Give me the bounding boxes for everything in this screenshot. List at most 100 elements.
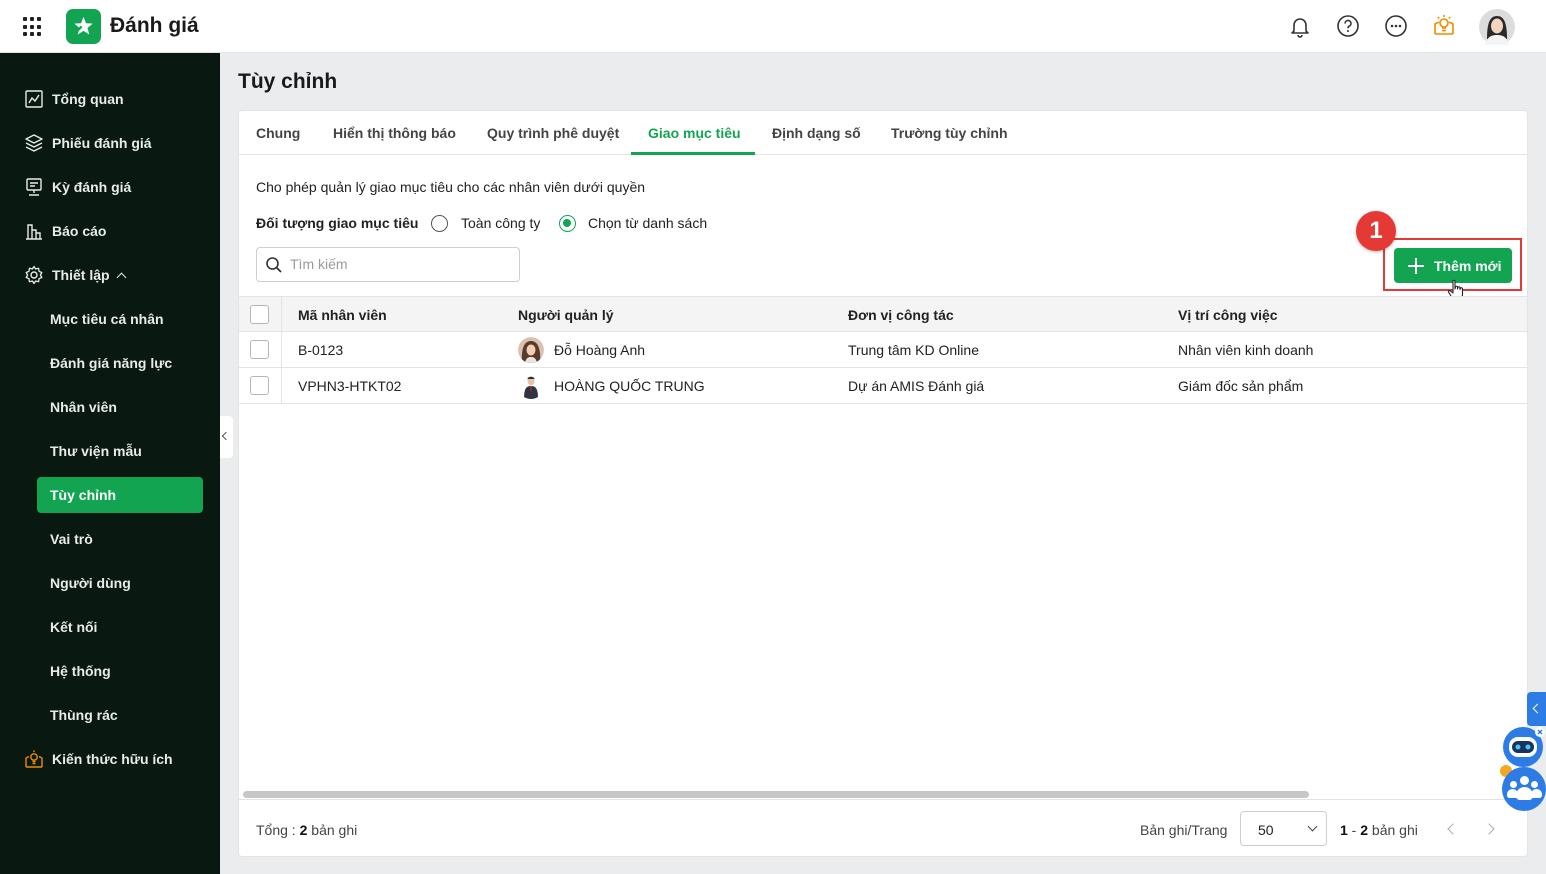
tab-notifications[interactable]: Hiển thị thông báo xyxy=(333,125,456,141)
sidebar-item-reports[interactable]: Báo cáo xyxy=(0,209,220,253)
floating-panel-toggle[interactable] xyxy=(1527,692,1546,726)
sidebar-item-competency[interactable]: Đánh giá năng lực xyxy=(0,341,220,385)
chart-line-icon xyxy=(25,90,43,108)
sidebar-item-label: Vai trò xyxy=(50,531,93,547)
bell-icon[interactable] xyxy=(1286,12,1314,40)
app-name: Đánh giá xyxy=(110,14,199,37)
sidebar-item-label: Phiếu đánh giá xyxy=(52,135,152,151)
cell-department: Dự án AMIS Đánh giá xyxy=(848,378,985,394)
sidebar-item-knowledge[interactable]: Kiến thức hữu ích xyxy=(0,737,220,781)
plus-icon xyxy=(1408,258,1424,274)
knowledge-icon[interactable] xyxy=(1430,12,1458,40)
row-checkbox[interactable] xyxy=(250,340,269,359)
page-title: Tùy chỉnh xyxy=(238,70,338,93)
add-new-button[interactable]: Thêm mới xyxy=(1394,248,1512,283)
select-all-checkbox[interactable] xyxy=(250,305,269,324)
sidebar-item-personal-goals[interactable]: Mục tiêu cá nhân xyxy=(0,297,220,341)
user-avatar[interactable] xyxy=(1479,9,1515,45)
sidebar-item-employees[interactable]: Nhân viên xyxy=(0,385,220,429)
sidebar-item-label: Kiến thức hữu ích xyxy=(52,751,173,767)
app-logo[interactable] xyxy=(66,9,101,44)
sidebar-item-trash[interactable]: Thùng rác xyxy=(0,693,220,737)
total-records: Tổng : 2 bản ghi xyxy=(256,822,358,838)
horizontal-scrollbar[interactable] xyxy=(243,791,1309,798)
next-page-icon[interactable] xyxy=(1483,823,1495,835)
step-badge: 1 xyxy=(1356,211,1396,251)
tab-bar: Chung Hiển thị thông báo Quy trình phê d… xyxy=(239,111,1527,155)
sidebar-item-evaluation-periods[interactable]: Kỳ đánh giá xyxy=(0,165,220,209)
sidebar-item-label: Người dùng xyxy=(50,575,131,591)
sidebar-collapse-button[interactable] xyxy=(220,416,233,458)
sidebar-item-label: Mục tiêu cá nhân xyxy=(50,311,164,327)
period-icon xyxy=(26,178,42,196)
radio-choose-from-list-label[interactable]: Chọn từ danh sách xyxy=(588,215,707,231)
radio-whole-company[interactable] xyxy=(431,215,448,232)
chevron-down-icon xyxy=(1307,821,1318,832)
sidebar-item-label: Nhân viên xyxy=(50,399,117,415)
sidebar-item-label: Báo cáo xyxy=(52,223,107,239)
tab-custom-fields[interactable]: Trường tùy chỉnh xyxy=(891,125,1008,141)
column-header-manager[interactable]: Người quản lý xyxy=(518,307,614,323)
add-new-button-label: Thêm mới xyxy=(1434,258,1502,274)
page-range: 1 - 2 bản ghi xyxy=(1340,822,1418,838)
search-input[interactable] xyxy=(290,256,510,272)
more-icon[interactable] xyxy=(1382,12,1410,40)
sidebar-item-users[interactable]: Người dùng xyxy=(0,561,220,605)
sidebar-item-label: Thư viện mẫu xyxy=(50,443,142,459)
community-icon[interactable] xyxy=(1502,767,1546,811)
tab-approval-flow[interactable]: Quy trình phê duyệt xyxy=(487,125,619,141)
sidebar-item-label: Tùy chỉnh xyxy=(50,487,117,503)
manager-avatar xyxy=(518,373,544,399)
chevron-left-icon xyxy=(1532,703,1543,714)
sidebar-item-evaluation-forms[interactable]: Phiếu đánh giá xyxy=(0,121,220,165)
column-header-department[interactable]: Đơn vị công tác xyxy=(848,307,954,323)
records-per-page-select[interactable]: 50 xyxy=(1240,811,1327,846)
sidebar-item-roles[interactable]: Vai trò xyxy=(0,517,220,561)
cell-manager: HOÀNG QUỐC TRUNG xyxy=(554,378,705,394)
sidebar-item-customize[interactable]: Tùy chỉnh xyxy=(37,477,203,513)
gear-icon xyxy=(25,265,43,285)
manager-avatar xyxy=(518,337,544,363)
sidebar-item-label: Thùng rác xyxy=(50,707,118,723)
help-icon[interactable] xyxy=(1334,12,1362,40)
chatbot-icon[interactable] xyxy=(1500,725,1546,769)
row-checkbox[interactable] xyxy=(250,376,269,395)
sidebar-item-label: Hệ thống xyxy=(50,663,111,679)
cell-manager: Đỗ Hoàng Anh xyxy=(554,342,646,358)
cell-department: Trung tâm KD Online xyxy=(848,342,979,358)
radio-choose-from-list[interactable] xyxy=(559,215,576,232)
chevron-left-icon xyxy=(221,431,231,441)
sidebar-item-label: Kỳ đánh giá xyxy=(52,179,132,195)
sidebar-item-label: Thiết lập xyxy=(52,267,110,283)
sidebar-item-system[interactable]: Hệ thống xyxy=(0,649,220,693)
app-launcher-icon[interactable] xyxy=(23,17,43,37)
tab-assign-goals[interactable]: Giao mục tiêu xyxy=(648,125,741,141)
cell-position: Giám đốc sản phẩm xyxy=(1178,378,1304,394)
prev-page-icon[interactable] xyxy=(1447,823,1459,835)
radio-whole-company-label[interactable]: Toàn công ty xyxy=(461,215,540,231)
tab-general[interactable]: Chung xyxy=(256,125,300,141)
sidebar: Tổng quan Phiếu đánh giá Kỳ đánh giá Báo… xyxy=(0,53,220,874)
records-per-page-value: 50 xyxy=(1258,822,1274,838)
table-row[interactable]: VPHN3-HTKT02 HOÀNG QUỐC TRUNG Dự án AMIS… xyxy=(239,368,1527,404)
table-row[interactable]: B-0123 Đỗ Hoàng Anh Trung tâm KD Online … xyxy=(239,332,1527,368)
layers-icon xyxy=(25,134,43,152)
sidebar-item-overview[interactable]: Tổng quan xyxy=(0,77,220,121)
active-tab-indicator xyxy=(631,152,755,155)
sidebar-item-label: Tổng quan xyxy=(52,91,124,107)
sidebar-item-connections[interactable]: Kết nối xyxy=(0,605,220,649)
cell-position: Nhân viên kinh doanh xyxy=(1178,342,1314,358)
column-header-employee-code[interactable]: Mã nhân viên xyxy=(298,307,387,323)
sidebar-item-label: Kết nối xyxy=(50,619,98,635)
table-header: Mã nhân viên Người quản lý Đơn vị công t… xyxy=(239,296,1527,332)
sidebar-item-settings[interactable]: Thiết lập xyxy=(0,253,220,297)
assign-goals-description: Cho phép quản lý giao mục tiêu cho các n… xyxy=(256,179,646,195)
assign-target-label: Đối tượng giao mục tiêu xyxy=(256,215,419,231)
cell-employee-code: VPHN3-HTKT02 xyxy=(298,378,402,394)
sidebar-item-templates[interactable]: Thư viện mẫu xyxy=(0,429,220,473)
cell-employee-code: B-0123 xyxy=(298,342,344,358)
column-header-position[interactable]: Vị trí công việc xyxy=(1178,307,1278,323)
search-box[interactable] xyxy=(256,247,520,282)
table-footer: Tổng : 2 bản ghi Bản ghi/Trang 50 1 - 2 … xyxy=(239,799,1527,856)
tab-number-format[interactable]: Định dạng số xyxy=(772,125,861,141)
